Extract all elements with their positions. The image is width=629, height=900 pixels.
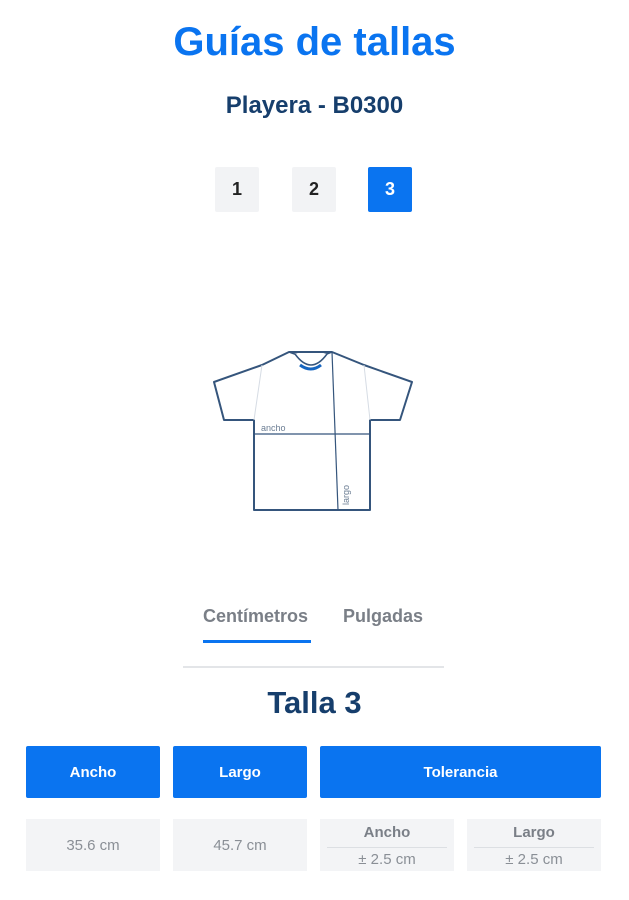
tolerance-width-cell: Ancho ± 2.5 cm <box>320 819 454 871</box>
product-subtitle: Playera - B0300 <box>225 92 404 119</box>
size-button-3[interactable]: 3 <box>368 167 412 212</box>
tolerance-length-cell: Largo ± 2.5 cm <box>467 819 601 871</box>
size-button-2[interactable]: 2 <box>292 167 336 212</box>
tab-inches[interactable]: Pulgadas <box>343 604 423 628</box>
tolerance-width-divider <box>327 847 447 848</box>
header-tolerance: Tolerancia <box>320 746 601 798</box>
header-length: Largo <box>173 746 307 798</box>
tolerance-length-value: ± 2.5 cm <box>505 851 563 868</box>
length-value: 45.7 cm <box>173 819 307 871</box>
size-title: Talla 3 <box>267 685 362 720</box>
tshirt-diagram: ancho largo <box>213 351 413 511</box>
tolerance-length-label: Largo <box>513 824 555 841</box>
tolerance-length-divider <box>474 847 594 848</box>
width-value: 35.6 cm <box>26 819 160 871</box>
header-width: Ancho <box>26 746 160 798</box>
tolerance-width-label: Ancho <box>363 824 411 841</box>
tolerance-width-value: ± 2.5 cm <box>358 851 416 868</box>
active-tab-indicator <box>203 640 311 643</box>
length-label: largo <box>341 485 351 505</box>
width-label: ancho <box>261 423 286 433</box>
page-title: Guías de tallas <box>173 20 456 64</box>
tabs-divider <box>183 666 444 668</box>
tab-centimeters[interactable]: Centímetros <box>203 604 308 628</box>
size-button-1[interactable]: 1 <box>215 167 259 212</box>
